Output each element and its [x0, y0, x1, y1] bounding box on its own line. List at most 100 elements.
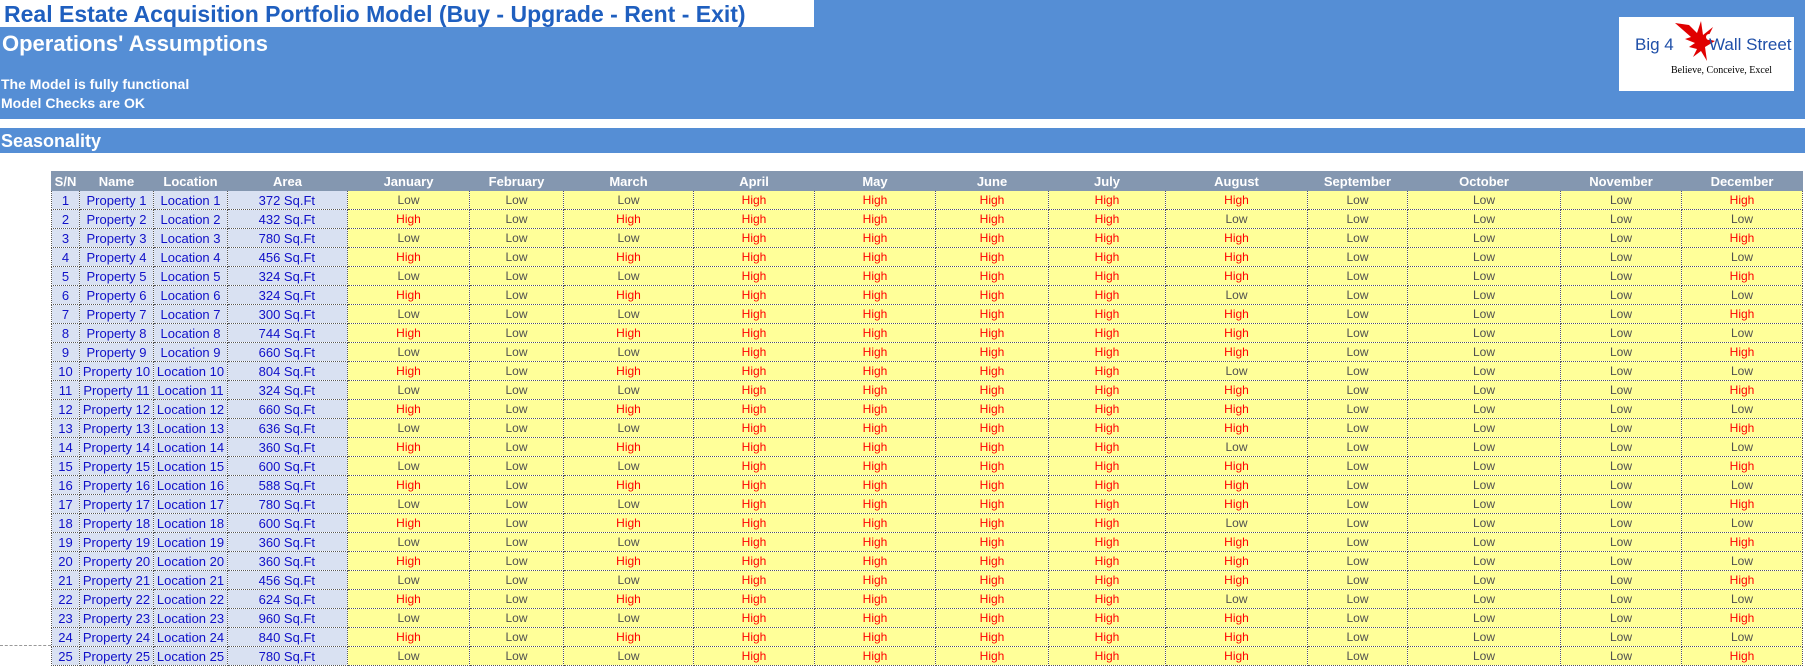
- cell-seasonality[interactable]: High: [1681, 494, 1803, 514]
- cell-seasonality[interactable]: Low: [1307, 190, 1408, 210]
- cell-seasonality[interactable]: Low: [1407, 380, 1561, 400]
- cell-seasonality[interactable]: Low: [1307, 266, 1408, 286]
- cell-seasonality[interactable]: High: [347, 475, 470, 495]
- cell-seasonality[interactable]: High: [814, 323, 936, 343]
- cell-seasonality[interactable]: Low: [347, 342, 470, 362]
- cell-name[interactable]: Property 6: [79, 285, 154, 305]
- column-header[interactable]: April: [693, 171, 815, 191]
- cell-sn[interactable]: 22: [51, 589, 80, 609]
- cell-seasonality[interactable]: Low: [1307, 589, 1408, 609]
- cell-seasonality[interactable]: High: [563, 247, 694, 267]
- cell-seasonality[interactable]: Low: [469, 323, 564, 343]
- cell-seasonality[interactable]: High: [814, 589, 936, 609]
- cell-seasonality[interactable]: Low: [1407, 399, 1561, 419]
- cell-seasonality[interactable]: Low: [469, 209, 564, 229]
- cell-seasonality[interactable]: High: [693, 361, 815, 381]
- cell-seasonality[interactable]: Low: [1681, 513, 1803, 533]
- cell-location[interactable]: Location 8: [153, 323, 228, 343]
- cell-seasonality[interactable]: High: [1681, 304, 1803, 324]
- cell-seasonality[interactable]: Low: [1307, 399, 1408, 419]
- cell-area[interactable]: 660 Sq.Ft: [227, 399, 348, 419]
- cell-seasonality[interactable]: High: [935, 608, 1049, 628]
- column-header[interactable]: March: [563, 171, 694, 191]
- cell-sn[interactable]: 2: [51, 209, 80, 229]
- cell-seasonality[interactable]: High: [693, 494, 815, 514]
- cell-seasonality[interactable]: High: [563, 551, 694, 571]
- cell-seasonality[interactable]: High: [1165, 532, 1308, 552]
- cell-seasonality[interactable]: Low: [1681, 399, 1803, 419]
- cell-name[interactable]: Property 22: [79, 589, 154, 609]
- cell-area[interactable]: 360 Sq.Ft: [227, 437, 348, 457]
- cell-seasonality[interactable]: Low: [1307, 361, 1408, 381]
- cell-sn[interactable]: 19: [51, 532, 80, 552]
- cell-seasonality[interactable]: High: [693, 456, 815, 476]
- cell-seasonality[interactable]: Low: [1307, 456, 1408, 476]
- cell-seasonality[interactable]: Low: [1560, 494, 1682, 514]
- cell-seasonality[interactable]: Low: [1307, 570, 1408, 590]
- cell-seasonality[interactable]: Low: [347, 494, 470, 514]
- cell-seasonality[interactable]: High: [1048, 532, 1166, 552]
- cell-seasonality[interactable]: High: [563, 589, 694, 609]
- cell-seasonality[interactable]: High: [935, 304, 1049, 324]
- cell-seasonality[interactable]: Low: [563, 608, 694, 628]
- cell-area[interactable]: 300 Sq.Ft: [227, 304, 348, 324]
- cell-seasonality[interactable]: Low: [1560, 418, 1682, 438]
- cell-seasonality[interactable]: High: [814, 551, 936, 571]
- cell-sn[interactable]: 3: [51, 228, 80, 248]
- cell-seasonality[interactable]: High: [693, 513, 815, 533]
- cell-seasonality[interactable]: High: [563, 437, 694, 457]
- cell-seasonality[interactable]: Low: [1560, 513, 1682, 533]
- column-header[interactable]: October: [1407, 171, 1561, 191]
- cell-seasonality[interactable]: Low: [1307, 551, 1408, 571]
- cell-name[interactable]: Property 13: [79, 418, 154, 438]
- cell-seasonality[interactable]: High: [1681, 456, 1803, 476]
- cell-name[interactable]: Property 2: [79, 209, 154, 229]
- cell-seasonality[interactable]: Low: [563, 570, 694, 590]
- cell-seasonality[interactable]: Low: [1560, 209, 1682, 229]
- cell-seasonality[interactable]: Low: [1407, 304, 1561, 324]
- cell-seasonality[interactable]: High: [814, 456, 936, 476]
- cell-location[interactable]: Location 5: [153, 266, 228, 286]
- cell-location[interactable]: Location 14: [153, 437, 228, 457]
- cell-seasonality[interactable]: Low: [1560, 532, 1682, 552]
- cell-seasonality[interactable]: Low: [1560, 342, 1682, 362]
- cell-location[interactable]: Location 7: [153, 304, 228, 324]
- cell-area[interactable]: 780 Sq.Ft: [227, 228, 348, 248]
- cell-seasonality[interactable]: Low: [1307, 342, 1408, 362]
- cell-area[interactable]: 780 Sq.Ft: [227, 494, 348, 514]
- cell-seasonality[interactable]: Low: [1407, 475, 1561, 495]
- cell-area[interactable]: 660 Sq.Ft: [227, 342, 348, 362]
- cell-seasonality[interactable]: High: [693, 323, 815, 343]
- column-header[interactable]: July: [1048, 171, 1166, 191]
- cell-seasonality[interactable]: High: [1048, 342, 1166, 362]
- cell-area[interactable]: 360 Sq.Ft: [227, 551, 348, 571]
- cell-seasonality[interactable]: High: [563, 513, 694, 533]
- cell-seasonality[interactable]: Low: [1165, 513, 1308, 533]
- cell-seasonality[interactable]: High: [563, 285, 694, 305]
- cell-seasonality[interactable]: Low: [347, 304, 470, 324]
- cell-seasonality[interactable]: High: [1681, 418, 1803, 438]
- cell-seasonality[interactable]: Low: [1681, 551, 1803, 571]
- cell-seasonality[interactable]: High: [814, 285, 936, 305]
- cell-seasonality[interactable]: High: [1048, 437, 1166, 457]
- cell-seasonality[interactable]: High: [1681, 342, 1803, 362]
- cell-seasonality[interactable]: High: [693, 228, 815, 248]
- cell-seasonality[interactable]: High: [1048, 285, 1166, 305]
- cell-area[interactable]: 840 Sq.Ft: [227, 627, 348, 647]
- cell-seasonality[interactable]: Low: [1407, 228, 1561, 248]
- cell-seasonality[interactable]: Low: [1681, 247, 1803, 267]
- cell-seasonality[interactable]: High: [1048, 627, 1166, 647]
- cell-seasonality[interactable]: High: [935, 285, 1049, 305]
- cell-seasonality[interactable]: High: [347, 513, 470, 533]
- cell-seasonality[interactable]: High: [935, 627, 1049, 647]
- cell-sn[interactable]: 21: [51, 570, 80, 590]
- cell-name[interactable]: Property 25: [79, 646, 154, 666]
- cell-seasonality[interactable]: High: [1165, 323, 1308, 343]
- cell-seasonality[interactable]: High: [935, 532, 1049, 552]
- cell-seasonality[interactable]: Low: [1307, 494, 1408, 514]
- cell-seasonality[interactable]: Low: [1560, 247, 1682, 267]
- cell-area[interactable]: 324 Sq.Ft: [227, 285, 348, 305]
- cell-name[interactable]: Property 4: [79, 247, 154, 267]
- cell-area[interactable]: 456 Sq.Ft: [227, 247, 348, 267]
- cell-seasonality[interactable]: High: [1165, 399, 1308, 419]
